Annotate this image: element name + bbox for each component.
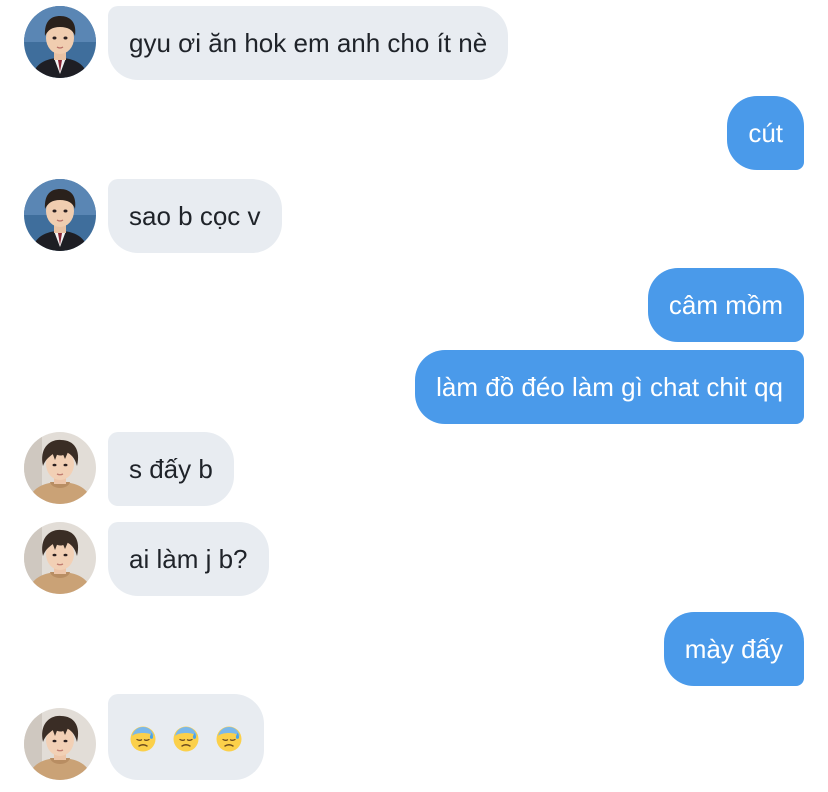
incoming-emoji-message-bubble[interactable] xyxy=(108,694,265,780)
emoji-group xyxy=(129,725,243,753)
outgoing-message-bubble[interactable]: cút xyxy=(727,96,804,170)
avatar-boy-uniform-icon xyxy=(24,179,96,251)
avatar[interactable] xyxy=(24,522,96,594)
avatar-boy-hoodie-icon xyxy=(24,432,96,504)
avatar[interactable] xyxy=(24,708,96,780)
avatar[interactable] xyxy=(24,6,96,78)
outgoing-message-bubble[interactable]: mày đấy xyxy=(663,612,804,686)
outgoing-message-bubble[interactable]: câm mồm xyxy=(647,268,804,342)
avatar-boy-hoodie-icon xyxy=(24,522,96,594)
incoming-message-bubble[interactable]: gyu ơi ăn hok em anh cho ít nè xyxy=(108,6,509,80)
avatar[interactable] xyxy=(24,179,96,251)
outgoing-message-bubble[interactable]: làm đồ đéo làm gì chat chit qq xyxy=(415,350,804,424)
avatar-boy-uniform-icon xyxy=(24,6,96,78)
incoming-message-bubble[interactable]: ai làm j b? xyxy=(108,522,269,596)
downcast-face-with-sweat-emoji-icon xyxy=(215,725,243,753)
downcast-face-with-sweat-emoji-icon xyxy=(129,725,157,753)
incoming-message-bubble[interactable]: s đấy b xyxy=(108,432,234,506)
downcast-face-with-sweat-emoji-icon xyxy=(172,725,200,753)
avatar[interactable] xyxy=(24,432,96,504)
avatar-boy-hoodie-icon xyxy=(24,708,96,780)
incoming-message-bubble[interactable]: sao b cọc v xyxy=(108,179,282,253)
